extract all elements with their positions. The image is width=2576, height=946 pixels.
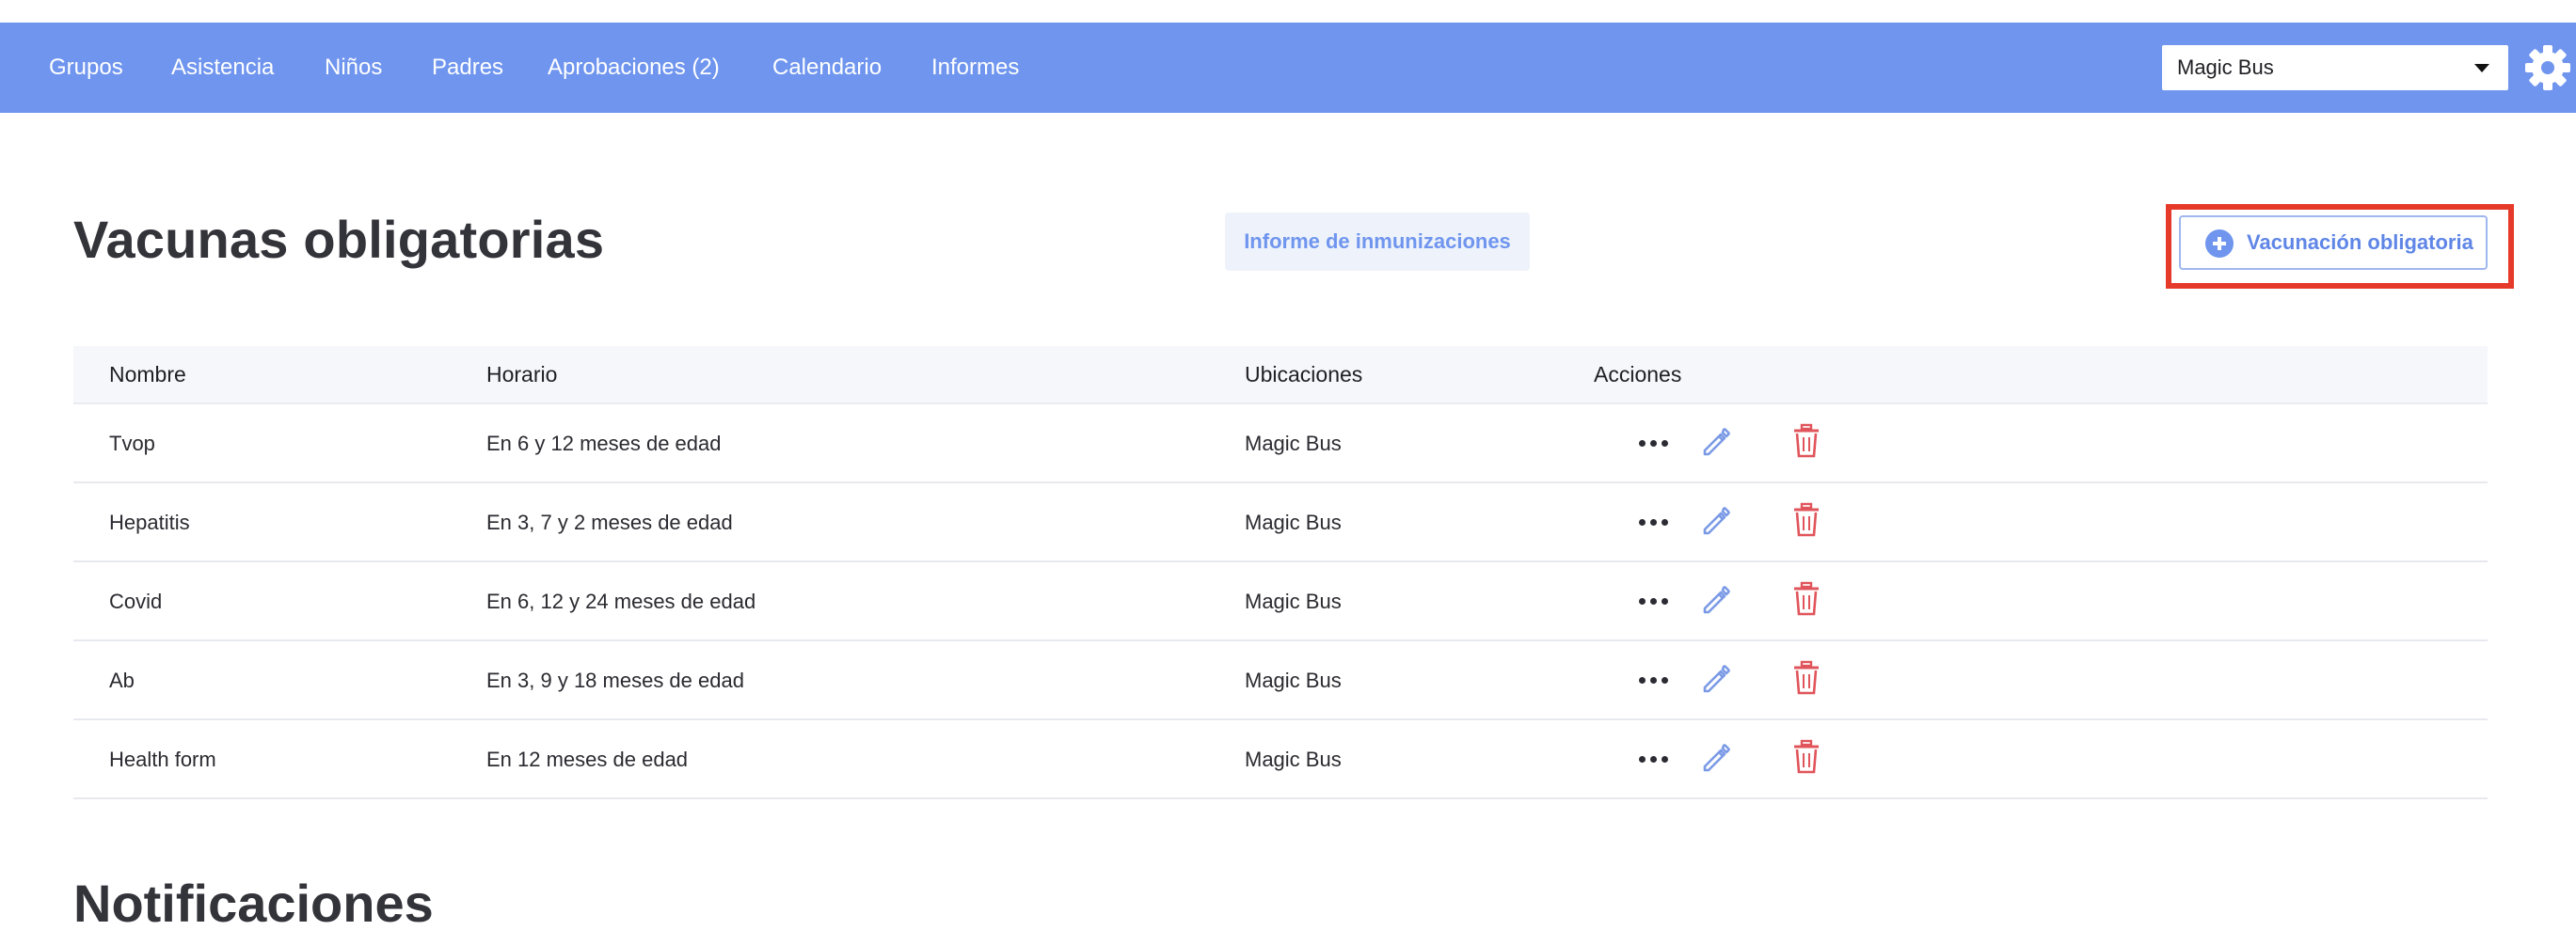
trash-icon[interactable] bbox=[1791, 739, 1821, 775]
nav-item-aprobaciones[interactable]: Aprobaciones (2) bbox=[548, 23, 720, 113]
table-row: Tvop En 6 y 12 meses de edad Magic Bus bbox=[73, 404, 2488, 483]
table-row: Ab En 3, 9 y 18 meses de edad Magic Bus bbox=[73, 641, 2488, 720]
cell-name: Health form bbox=[109, 748, 216, 771]
table-row: Health form En 12 meses de edad Magic Bu… bbox=[73, 720, 2488, 799]
cell-schedule: En 3, 7 y 2 meses de edad bbox=[486, 511, 733, 534]
chevron-down-icon bbox=[2474, 64, 2489, 72]
nav-item-informes[interactable]: Informes bbox=[931, 23, 1019, 113]
cell-location: Magic Bus bbox=[1245, 590, 1342, 613]
column-header-locations: Ubicaciones bbox=[1245, 362, 1363, 386]
column-header-name: Nombre bbox=[109, 362, 186, 386]
cell-name: Hepatitis bbox=[109, 511, 190, 534]
table-row: Covid En 6, 12 y 24 meses de edad Magic … bbox=[73, 562, 2488, 641]
more-icon[interactable] bbox=[1639, 598, 1671, 606]
edit-icon[interactable] bbox=[1699, 662, 1733, 696]
plus-circle-icon bbox=[2205, 229, 2234, 258]
cell-name: Covid bbox=[109, 590, 163, 613]
cell-name: Tvop bbox=[109, 432, 155, 455]
more-icon[interactable] bbox=[1639, 519, 1671, 527]
nav-item-grupos[interactable]: Grupos bbox=[49, 23, 123, 113]
organization-select[interactable]: Magic Bus bbox=[2162, 45, 2508, 90]
edit-icon[interactable] bbox=[1699, 425, 1733, 459]
cell-schedule: En 6, 12 y 24 meses de edad bbox=[486, 590, 756, 613]
more-icon[interactable] bbox=[1639, 677, 1671, 685]
cell-name: Ab bbox=[109, 669, 135, 692]
more-icon[interactable] bbox=[1639, 440, 1671, 448]
edit-icon[interactable] bbox=[1699, 504, 1733, 538]
trash-icon[interactable] bbox=[1791, 502, 1821, 538]
notifications-title: Notificaciones bbox=[73, 874, 434, 933]
cell-location: Magic Bus bbox=[1245, 669, 1342, 692]
column-header-schedule: Horario bbox=[486, 362, 558, 386]
nav-item-calendario[interactable]: Calendario bbox=[772, 23, 882, 113]
cell-location: Magic Bus bbox=[1245, 748, 1342, 771]
more-icon[interactable] bbox=[1639, 756, 1671, 764]
table-row: Hepatitis En 3, 7 y 2 meses de edad Magi… bbox=[73, 483, 2488, 562]
nav-item-asistencia[interactable]: Asistencia bbox=[171, 23, 274, 113]
add-mandatory-vaccination-label: Vacunación obligatoria bbox=[2247, 230, 2473, 254]
trash-icon[interactable] bbox=[1791, 581, 1821, 617]
top-strip bbox=[0, 0, 2576, 23]
cell-schedule: En 3, 9 y 18 meses de edad bbox=[486, 669, 744, 692]
column-header-actions: Acciones bbox=[1594, 362, 1682, 386]
settings-pointer bbox=[2535, 98, 2561, 109]
cell-schedule: En 12 meses de edad bbox=[486, 748, 689, 771]
nav-item-ninos[interactable]: Niños bbox=[325, 23, 382, 113]
cell-schedule: En 6 y 12 meses de edad bbox=[486, 432, 722, 455]
nav-item-padres[interactable]: Padres bbox=[432, 23, 503, 113]
cell-location: Magic Bus bbox=[1245, 511, 1342, 534]
vaccines-table: Nombre Horario Ubicaciones Acciones Tvop… bbox=[73, 346, 2488, 799]
cell-location: Magic Bus bbox=[1245, 432, 1342, 455]
organization-select-value: Magic Bus bbox=[2177, 55, 2274, 79]
page-title: Vacunas obligatorias bbox=[73, 210, 605, 269]
trash-icon[interactable] bbox=[1791, 660, 1821, 696]
trash-icon[interactable] bbox=[1791, 423, 1821, 459]
table-header: Nombre Horario Ubicaciones Acciones bbox=[73, 346, 2488, 404]
gear-icon[interactable] bbox=[2521, 41, 2574, 94]
edit-icon[interactable] bbox=[1699, 741, 1733, 775]
immunization-report-button[interactable]: Informe de inmunizaciones bbox=[1225, 213, 1530, 271]
add-mandatory-vaccination-button[interactable]: Vacunación obligatoria bbox=[2179, 215, 2488, 270]
edit-icon[interactable] bbox=[1699, 583, 1733, 617]
